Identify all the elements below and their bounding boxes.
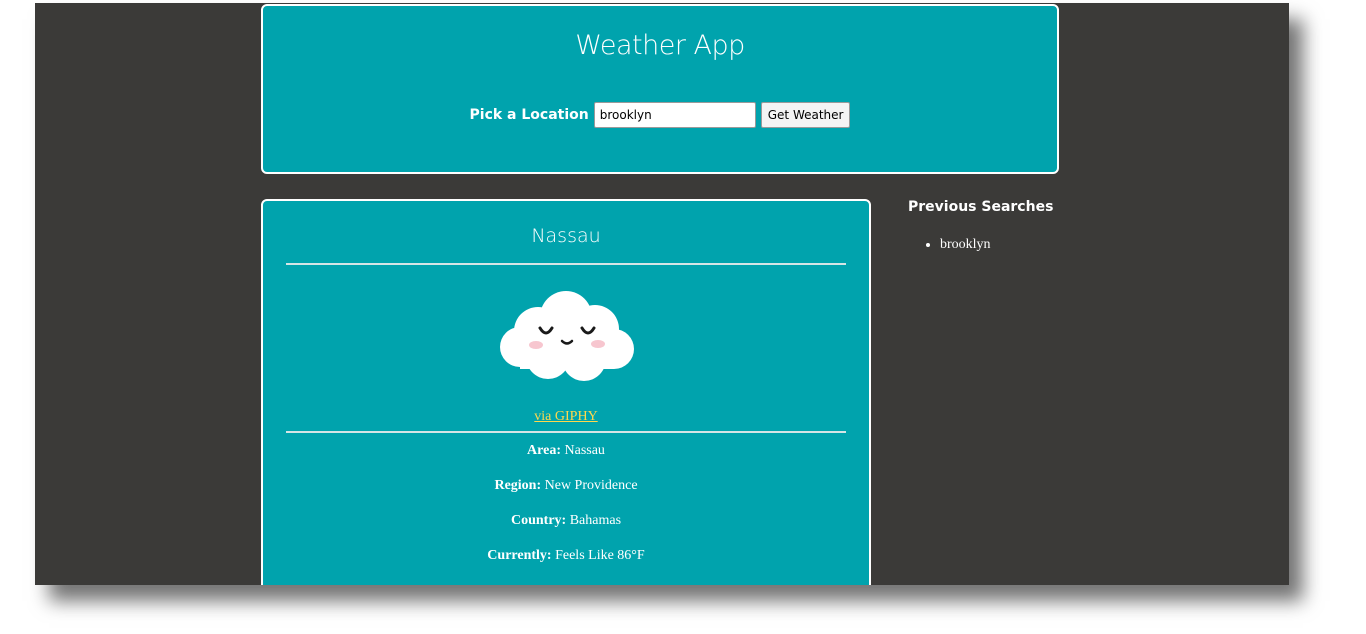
currently-label: Currently: [487, 548, 552, 563]
region-value: New Providence [544, 478, 638, 493]
search-form: Pick a Location Get Weather [263, 102, 1057, 128]
header-card: Weather App Pick a Location Get Weather [261, 4, 1059, 174]
country-label: Country: [510, 513, 567, 528]
region-row: Region: New Providence [263, 477, 869, 512]
previous-searches-title: Previous Searches [908, 199, 1054, 215]
divider [286, 431, 846, 433]
location-input[interactable] [593, 102, 756, 128]
divider [286, 263, 846, 265]
region-label: Region: [494, 478, 542, 493]
city-name: Nassau [531, 225, 601, 247]
get-weather-button[interactable]: Get Weather [760, 102, 851, 128]
previous-searches: Previous Searches brooklyn [908, 199, 1053, 253]
currently-value: Feels Like 86°F [555, 548, 645, 563]
country-value: Bahamas [569, 513, 622, 528]
cloud-icon [498, 285, 636, 385]
country-row: Country: Bahamas [263, 512, 869, 547]
area-row: Area: Nassau [263, 442, 869, 477]
weather-card: Nassau via GIPHY Area: Nassau Region: Ne… [261, 199, 871, 585]
app-window: Weather App Pick a Location Get Weather … [35, 3, 1289, 585]
area-label: Area: [527, 443, 561, 458]
previous-searches-list: brooklyn [908, 237, 1053, 253]
previous-search-item[interactable]: brooklyn [940, 237, 1053, 253]
weather-details: Area: Nassau Region: New Providence Coun… [263, 442, 869, 582]
currently-row: Currently: Feels Like 86°F [263, 547, 869, 582]
app-title: Weather App [575, 30, 745, 61]
location-label: Pick a Location [469, 107, 589, 123]
giphy-link[interactable]: via GIPHY [263, 409, 869, 425]
area-value: Nassau [564, 443, 605, 458]
